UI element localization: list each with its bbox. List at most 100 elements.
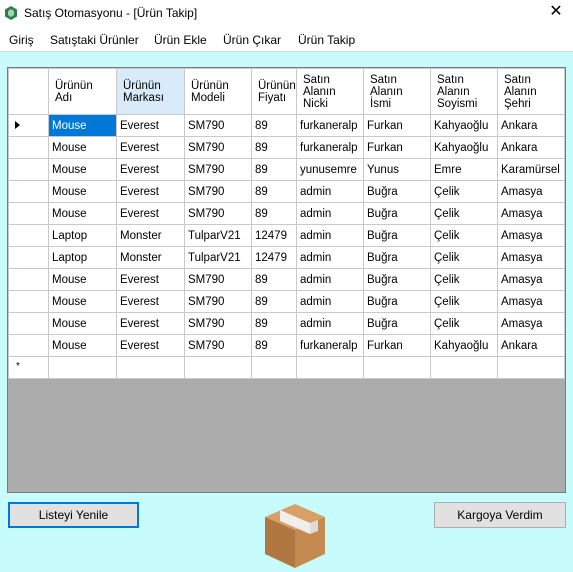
table-row[interactable]: Mouse Everest SM790 89 admin Buğra Çelik Amasya bbox=[8, 290, 565, 313]
table-cell[interactable]: SM790 bbox=[184, 136, 252, 159]
table-cell[interactable]: 89 bbox=[251, 136, 297, 159]
table-cell[interactable] bbox=[116, 356, 185, 379]
table-cell[interactable]: admin bbox=[296, 224, 364, 247]
row-header[interactable] bbox=[8, 224, 49, 247]
table-cell[interactable]: Everest bbox=[116, 202, 185, 225]
table-cell[interactable]: Çelik bbox=[430, 180, 498, 203]
table-cell[interactable]: Monster bbox=[116, 246, 185, 269]
table-cell[interactable]: Everest bbox=[116, 290, 185, 313]
table-cell[interactable]: SM790 bbox=[184, 180, 252, 203]
table-cell[interactable]: Mouse bbox=[48, 334, 117, 357]
table-cell[interactable]: Mouse bbox=[48, 268, 117, 291]
table-row[interactable]: Mouse Everest SM790 89 admin Buğra Çelik Amasya bbox=[8, 202, 565, 225]
table-row[interactable]: Mouse Everest SM790 89 admin Buğra Çelik Amasya bbox=[8, 268, 565, 291]
table-cell[interactable]: SM790 bbox=[184, 158, 252, 181]
table-cell[interactable] bbox=[184, 356, 252, 379]
column-header[interactable]: Ürünün Adı bbox=[48, 68, 117, 115]
table-cell[interactable]: 12479 bbox=[251, 246, 297, 269]
table-cell[interactable]: Buğra bbox=[363, 312, 431, 335]
table-cell[interactable]: Mouse bbox=[48, 158, 117, 181]
table-cell[interactable]: admin bbox=[296, 180, 364, 203]
column-header[interactable]: Ürünün Fiyatı bbox=[251, 68, 297, 115]
table-cell[interactable]: Çelik bbox=[430, 224, 498, 247]
table-cell[interactable]: Buğra bbox=[363, 224, 431, 247]
row-header[interactable] bbox=[8, 246, 49, 269]
table-cell[interactable]: Çelik bbox=[430, 246, 498, 269]
column-header[interactable]: Ürünün Modeli bbox=[184, 68, 252, 115]
row-header[interactable] bbox=[8, 136, 49, 159]
table-cell[interactable]: Ankara bbox=[497, 334, 565, 357]
table-cell[interactable]: TulparV21 bbox=[184, 246, 252, 269]
product-tracking-grid[interactable]: Ürünün Adı Ürünün Markası Ürünün Modeli Ürü… bbox=[7, 67, 566, 493]
row-header[interactable] bbox=[8, 334, 49, 357]
row-header[interactable] bbox=[8, 202, 49, 225]
table-cell[interactable]: SM790 bbox=[184, 202, 252, 225]
table-cell[interactable]: Monster bbox=[116, 224, 185, 247]
table-cell[interactable]: Furkan bbox=[363, 136, 431, 159]
table-cell[interactable]: admin bbox=[296, 290, 364, 313]
table-row[interactable]: Mouse Everest SM790 89 admin Buğra Çelik Amasya bbox=[8, 180, 565, 203]
table-cell[interactable]: Buğra bbox=[363, 180, 431, 203]
table-cell[interactable]: Everest bbox=[116, 158, 185, 181]
menu-item-urun-cikar[interactable]: Ürün Çıkar bbox=[223, 33, 281, 47]
table-cell[interactable]: Mouse bbox=[48, 180, 117, 203]
table-cell[interactable]: Everest bbox=[116, 180, 185, 203]
row-header[interactable] bbox=[8, 114, 49, 137]
menu-item-giris[interactable]: Giriş bbox=[9, 33, 34, 47]
table-cell[interactable] bbox=[430, 356, 498, 379]
table-cell[interactable]: 89 bbox=[251, 268, 297, 291]
table-cell[interactable]: 89 bbox=[251, 334, 297, 357]
table-cell[interactable]: Amasya bbox=[497, 246, 565, 269]
row-header[interactable] bbox=[8, 312, 49, 335]
table-row[interactable]: Laptop Monster TulparV21 12479 admin Buğra Çel… bbox=[8, 246, 565, 269]
table-cell[interactable]: admin bbox=[296, 312, 364, 335]
column-header[interactable]: Satın Alanın Nicki bbox=[296, 68, 364, 115]
table-cell[interactable]: admin bbox=[296, 202, 364, 225]
table-cell[interactable] bbox=[363, 356, 431, 379]
table-cell[interactable]: Furkan bbox=[363, 114, 431, 137]
table-cell[interactable]: Everest bbox=[116, 114, 185, 137]
shipped-button[interactable]: Kargoya Verdim bbox=[434, 502, 566, 528]
table-cell[interactable]: Emre bbox=[430, 158, 498, 181]
row-header[interactable] bbox=[8, 180, 49, 203]
table-cell[interactable]: 89 bbox=[251, 158, 297, 181]
table-cell[interactable]: furkaneralp bbox=[296, 334, 364, 357]
table-cell[interactable]: furkaneralp bbox=[296, 136, 364, 159]
table-cell[interactable] bbox=[251, 356, 297, 379]
table-cell[interactable]: 89 bbox=[251, 312, 297, 335]
table-cell[interactable]: Amasya bbox=[497, 312, 565, 335]
table-cell[interactable]: TulparV21 bbox=[184, 224, 252, 247]
table-row[interactable]: Laptop Monster TulparV21 12479 admin Buğra Çel… bbox=[8, 224, 565, 247]
table-cell[interactable]: Everest bbox=[116, 312, 185, 335]
table-cell[interactable]: Çelik bbox=[430, 312, 498, 335]
row-header[interactable]: * bbox=[8, 356, 49, 379]
table-cell[interactable]: yunusemre bbox=[296, 158, 364, 181]
table-cell[interactable]: Çelik bbox=[430, 202, 498, 225]
table-cell[interactable]: SM790 bbox=[184, 312, 252, 335]
table-cell[interactable]: Kahyaoğlu bbox=[430, 114, 498, 137]
row-header[interactable] bbox=[8, 158, 49, 181]
table-cell[interactable]: Laptop bbox=[48, 224, 117, 247]
table-cell[interactable]: Çelik bbox=[430, 268, 498, 291]
table-row[interactable]: Mouse Everest SM790 89 furkaneralp Furkan Kahy… bbox=[8, 114, 565, 137]
table-cell[interactable]: Yunus bbox=[363, 158, 431, 181]
table-cell[interactable]: Çelik bbox=[430, 290, 498, 313]
row-header[interactable] bbox=[8, 290, 49, 313]
table-cell[interactable]: Buğra bbox=[363, 202, 431, 225]
table-cell[interactable]: Mouse bbox=[48, 312, 117, 335]
table-cell[interactable]: Amasya bbox=[497, 224, 565, 247]
menu-item-urun-takip[interactable]: Ürün Takip bbox=[298, 33, 355, 47]
table-cell[interactable]: Amasya bbox=[497, 180, 565, 203]
menu-item-urun-ekle[interactable]: Ürün Ekle bbox=[154, 33, 207, 47]
corner-header[interactable] bbox=[8, 68, 49, 115]
table-cell[interactable]: furkaneralp bbox=[296, 114, 364, 137]
column-header[interactable]: Satın Alanın Soyismi bbox=[430, 68, 498, 115]
table-cell[interactable]: Mouse bbox=[48, 114, 117, 137]
column-header[interactable]: Ürünün Markası bbox=[116, 68, 185, 115]
table-cell[interactable]: Everest bbox=[116, 334, 185, 357]
menu-item-satistaki-urunler[interactable]: Satıştaki Ürünler bbox=[50, 33, 139, 47]
table-cell[interactable]: Karamürsel bbox=[497, 158, 565, 181]
table-cell[interactable]: Ankara bbox=[497, 114, 565, 137]
table-row[interactable]: Mouse Everest SM790 89 admin Buğra Çelik Amasya bbox=[8, 312, 565, 335]
table-cell[interactable]: Amasya bbox=[497, 268, 565, 291]
